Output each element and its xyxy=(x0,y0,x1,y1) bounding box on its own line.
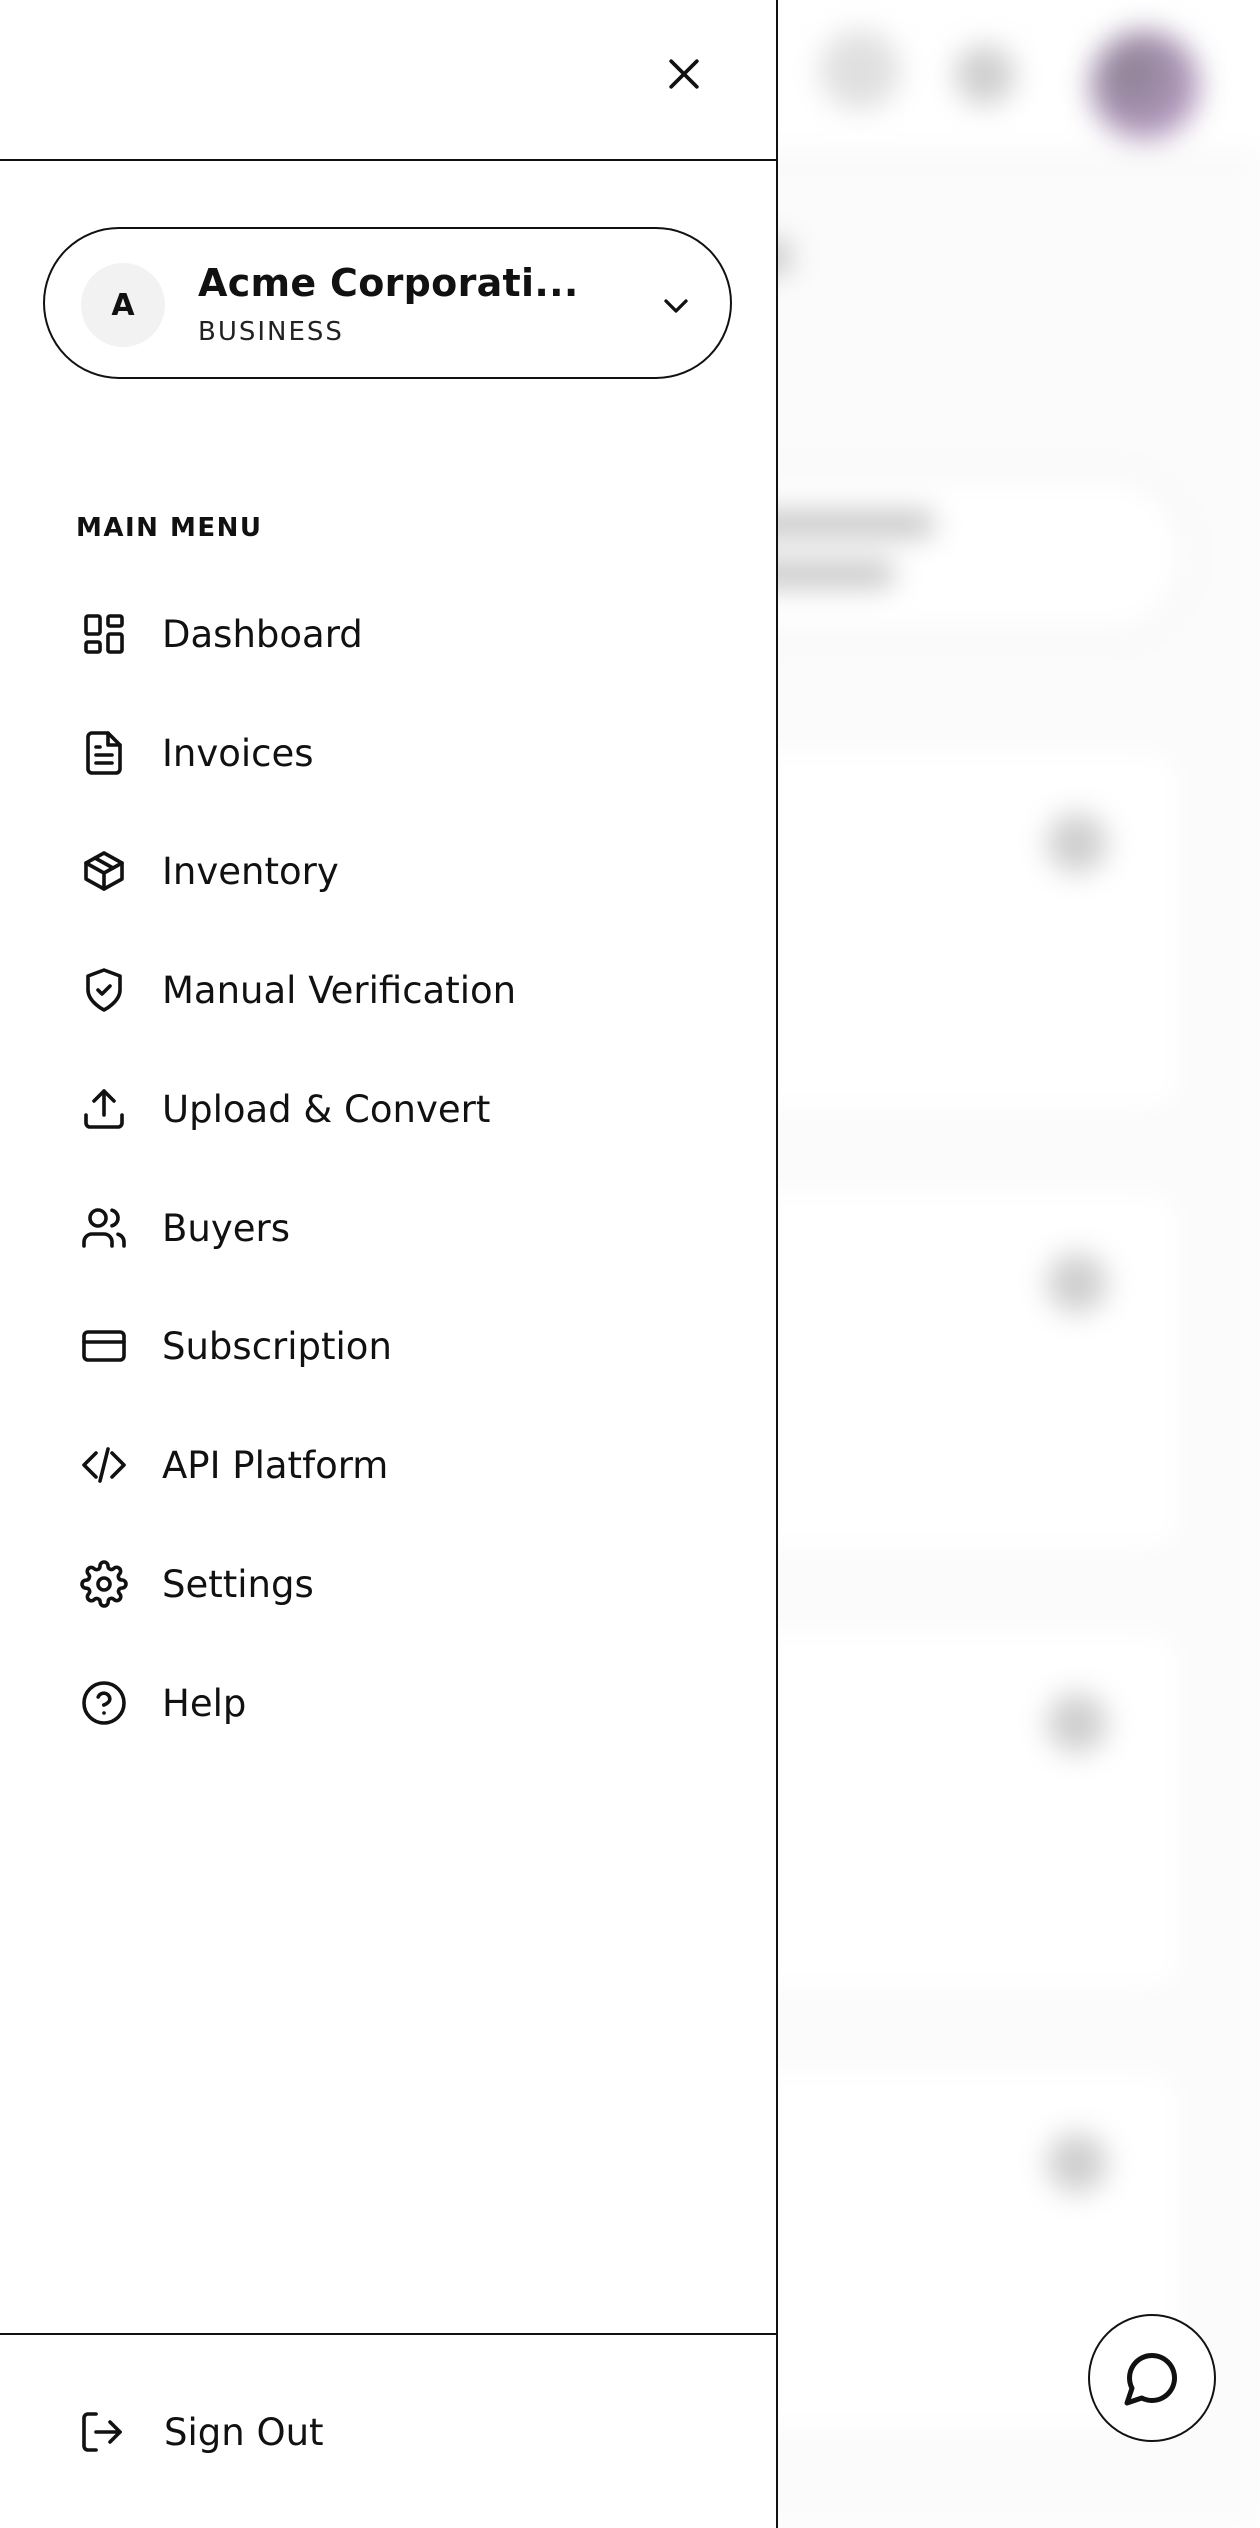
nav-item-settings[interactable]: Settings xyxy=(60,1534,740,1634)
nav-item-label: Buyers xyxy=(162,1206,290,1250)
nav-item-label: Help xyxy=(162,1681,247,1725)
nav-item-label: API Platform xyxy=(162,1443,389,1487)
nav-item-help[interactable]: Help xyxy=(60,1653,740,1753)
log-out-icon xyxy=(70,2400,134,2464)
nav-item-inventory[interactable]: Inventory xyxy=(60,821,740,921)
organization-avatar: A xyxy=(81,263,165,347)
sign-out-label: Sign Out xyxy=(164,2410,324,2454)
upload-icon xyxy=(72,1077,136,1141)
help-circle-icon xyxy=(72,1671,136,1735)
chevron-down-icon xyxy=(664,299,688,313)
nav-item-invoices[interactable]: Invoices xyxy=(60,703,740,803)
nav-item-label: Inventory xyxy=(162,849,339,893)
chat-button[interactable] xyxy=(1088,2314,1216,2442)
background-theme-icon xyxy=(955,45,1015,105)
shield-check-icon xyxy=(72,958,136,1022)
nav-item-dashboard[interactable]: Dashboard xyxy=(60,584,740,684)
nav-item-label: Invoices xyxy=(162,731,314,775)
nav-item-upload-convert[interactable]: Upload & Convert xyxy=(60,1059,740,1159)
file-text-icon xyxy=(72,721,136,785)
chat-bubble-icon xyxy=(1124,2352,1178,2406)
nav-item-label: Subscription xyxy=(162,1324,392,1368)
main-menu-heading: MAIN MENU xyxy=(76,513,263,543)
background-avatar xyxy=(1090,30,1200,140)
code-icon xyxy=(72,1433,136,1497)
background-bell-icon xyxy=(820,30,900,110)
users-icon xyxy=(72,1196,136,1260)
credit-card-icon xyxy=(72,1314,136,1378)
nav-item-label: Upload & Convert xyxy=(162,1087,491,1131)
gear-icon xyxy=(72,1552,136,1616)
drawer-header xyxy=(0,0,776,161)
nav-item-buyers[interactable]: Buyers xyxy=(60,1178,740,1278)
close-drawer-button[interactable] xyxy=(650,40,718,108)
sign-out-button[interactable]: Sign Out xyxy=(70,2382,324,2482)
package-icon xyxy=(72,839,136,903)
nav-item-subscription[interactable]: Subscription xyxy=(60,1296,740,1396)
nav-item-label: Dashboard xyxy=(162,612,363,656)
organization-type: BUSINESS xyxy=(198,317,344,347)
nav-item-api-platform[interactable]: API Platform xyxy=(60,1415,740,1515)
organization-switcher[interactable]: A Acme Corporati... BUSINESS xyxy=(43,227,732,379)
nav-item-label: Manual Verification xyxy=(162,968,517,1012)
navigation-drawer: A Acme Corporati... BUSINESS MAIN MENU D… xyxy=(0,0,778,2528)
nav-item-label: Settings xyxy=(162,1562,314,1606)
close-icon xyxy=(669,59,699,89)
nav-item-manual-verification[interactable]: Manual Verification xyxy=(60,940,740,1040)
dashboard-icon xyxy=(72,602,136,666)
organization-name: Acme Corporati... xyxy=(198,261,579,305)
